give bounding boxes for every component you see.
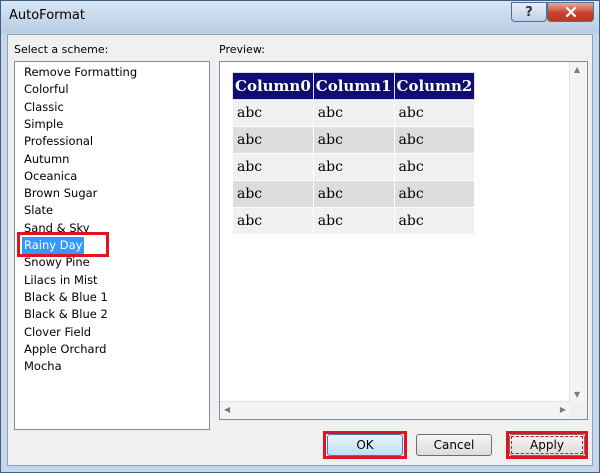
preview-cell: abc [232, 153, 314, 181]
scheme-item[interactable]: Mocha [22, 358, 64, 375]
scheme-item[interactable]: Clover Field [22, 324, 93, 341]
preview-cell: abc [312, 126, 395, 154]
ok-highlight-box [323, 431, 407, 459]
preview-cell: abc [393, 153, 476, 181]
preview-cell: abc [232, 207, 314, 235]
scheme-list[interactable]: Remove Formatting Colorful Classic Simple Pr… [14, 61, 210, 430]
scheme-item[interactable]: Professional [22, 133, 95, 150]
title-bar[interactable]: AutoFormat ? [1, 1, 599, 33]
apply-focus-rect [511, 436, 583, 454]
dialog-body: Select a scheme: Remove Formatting Colorf… [7, 34, 593, 466]
scroll-down-icon[interactable]: ▼ [574, 390, 580, 399]
preview-row: abc abc abc [232, 99, 476, 127]
window-title: AutoFormat [9, 8, 85, 23]
scheme-item[interactable]: Remove Formatting [22, 64, 139, 81]
preview-column-header: Column1 [312, 72, 395, 100]
scheme-item[interactable]: Simple [22, 116, 65, 133]
scheme-item[interactable]: Autumn [22, 151, 71, 168]
scroll-left-icon[interactable]: ◀ [224, 405, 230, 414]
scheme-item[interactable]: Classic [22, 99, 66, 116]
preview-cell: abc [312, 99, 395, 127]
preview-vertical-scrollbar[interactable]: ▲ ▼ [569, 62, 587, 402]
scheme-item[interactable]: Oceanica [22, 168, 79, 185]
scheme-item[interactable]: Black & Blue 2 [22, 306, 110, 323]
preview-cell: abc [312, 180, 395, 208]
scheme-item[interactable]: Slate [22, 202, 55, 219]
preview-cell: abc [232, 99, 314, 127]
scrollbar-corner [570, 402, 587, 419]
preview-panel: Column0 Column1 Column2 abc abc abc abc abc abc… [219, 61, 588, 420]
close-button[interactable] [547, 2, 594, 22]
preview-horizontal-scrollbar[interactable]: ◀ ▶ [220, 401, 570, 419]
preview-cell: abc [393, 207, 476, 235]
preview-cell: abc [232, 180, 314, 208]
preview-cell: abc [393, 126, 476, 154]
preview-row: abc abc abc [232, 126, 476, 154]
selected-scheme-highlight-box [17, 232, 109, 257]
preview-row: abc abc abc [232, 153, 476, 181]
preview-cell: abc [232, 126, 314, 154]
preview-table: Column0 Column1 Column2 abc abc abc abc abc abc… [232, 72, 476, 235]
cancel-button[interactable]: Cancel [416, 434, 492, 456]
preview-cell: abc [312, 207, 395, 235]
scheme-item[interactable]: Lilacs in Mist [22, 272, 100, 289]
scheme-list-label: Select a scheme: [14, 43, 109, 56]
preview-cell: abc [312, 153, 395, 181]
scheme-item[interactable]: Snowy Pine [22, 254, 92, 271]
preview-column-header: Column0 [232, 72, 314, 100]
scheme-item[interactable]: Brown Sugar [22, 185, 99, 202]
preview-label: Preview: [219, 43, 265, 56]
help-icon: ? [525, 4, 533, 20]
close-icon [565, 6, 576, 18]
preview-row: abc abc abc [232, 180, 476, 208]
scheme-item[interactable]: Black & Blue 1 [22, 289, 110, 306]
autoformat-dialog: AutoFormat ? Select a scheme: Remove For… [0, 0, 600, 473]
scroll-right-icon[interactable]: ▶ [560, 405, 566, 414]
preview-cell: abc [393, 180, 476, 208]
preview-cell: abc [393, 99, 476, 127]
scheme-item[interactable]: Colorful [22, 81, 71, 98]
scroll-up-icon[interactable]: ▲ [574, 65, 580, 74]
scheme-item[interactable]: Apple Orchard [22, 341, 108, 358]
help-button[interactable]: ? [511, 2, 547, 22]
preview-row: abc abc abc [232, 207, 476, 235]
preview-column-header: Column2 [393, 72, 476, 100]
